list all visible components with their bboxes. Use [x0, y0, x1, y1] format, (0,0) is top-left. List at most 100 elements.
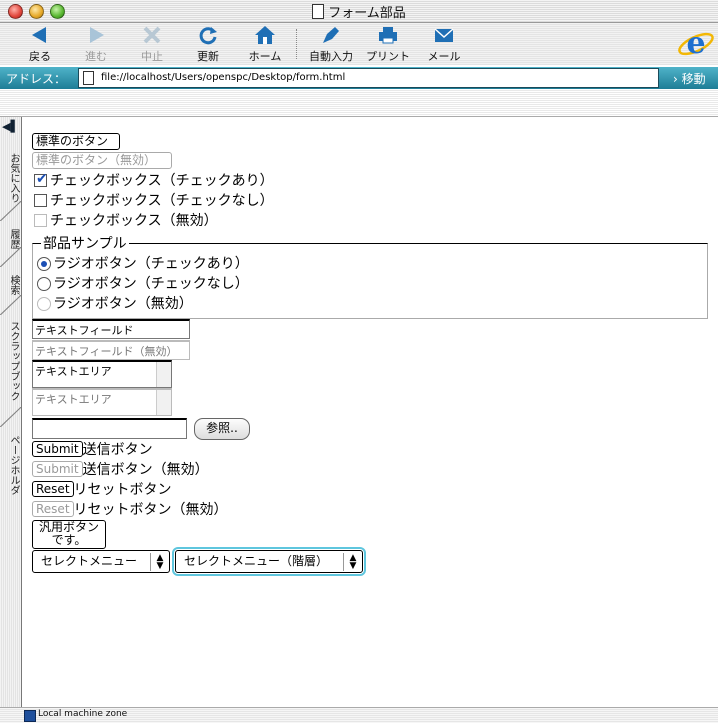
checkbox-unchecked-label: チェックボックス（チェックなし）	[50, 193, 274, 209]
checkmark-icon: ✔	[36, 171, 48, 187]
submit-row: Submit 送信ボタン	[32, 441, 153, 459]
browse-button[interactable]: 参照..	[194, 418, 250, 440]
select-updown-icon: ▲ ▼	[343, 553, 362, 571]
page-content: 標準のボタン 標準のボタン（無効） ✔ チェックボックス（チェックあり） チェッ…	[22, 117, 718, 707]
radio-checked[interactable]	[37, 257, 51, 271]
select-menu-hierarchical[interactable]: セレクトメニュー（階層） ▲ ▼	[172, 547, 366, 576]
stop-label: 中止	[141, 50, 163, 63]
status-bar: Local machine zone	[0, 707, 718, 723]
refresh-label: 更新	[197, 50, 219, 63]
sidebar-tab-scrapbook[interactable]: スクラップブック	[0, 317, 21, 405]
checkbox-unchecked[interactable]	[34, 194, 47, 207]
go-label: 移動	[681, 72, 706, 86]
select-menu-hierarchical-value: セレクトメニュー（階層）	[184, 554, 329, 568]
refresh-button[interactable]: 更新	[180, 24, 236, 64]
standard-button[interactable]: 標準のボタン	[32, 133, 120, 150]
reset-row: Reset リセットボタン	[32, 481, 172, 499]
submit-button[interactable]: Submit	[32, 441, 83, 457]
favorites-bar	[0, 89, 718, 117]
text-area-disabled-value: テキストエリア	[35, 393, 112, 406]
text-area-disabled-scrollbar	[156, 390, 171, 415]
security-zone-icon	[24, 710, 36, 722]
stop-button[interactable]: 中止	[124, 24, 180, 64]
address-input[interactable]: file://localhost/Users/openspc/Desktop/f…	[78, 68, 659, 88]
sidebar-tab-divider	[0, 407, 21, 427]
home-button[interactable]: ホーム	[237, 24, 293, 64]
sidebar-tab-divider	[0, 247, 21, 267]
autofill-button[interactable]: 自動入力	[303, 24, 359, 64]
text-field-disabled: テキストフィールド（無効）	[32, 340, 190, 360]
address-bar: アドレス： file://localhost/Users/openspc/Des…	[0, 67, 718, 89]
submit-disabled-row: Submit 送信ボタン（無効）	[32, 461, 209, 479]
print-button[interactable]: プリント	[360, 24, 416, 64]
reset-button-disabled: Reset	[32, 501, 74, 517]
document-icon	[312, 4, 325, 19]
generic-button-line1: 汎用ボタン	[38, 520, 99, 534]
reset-button[interactable]: Reset	[32, 481, 74, 497]
radio-disabled-label: ラジオボタン（無効）	[53, 296, 193, 312]
standard-button-disabled: 標準のボタン（無効）	[32, 152, 172, 169]
text-field[interactable]: テキストフィールド	[32, 319, 190, 339]
sidebar-tab-page-holder[interactable]: ページホルダ	[0, 429, 21, 501]
title-bar: フォーム部品	[0, 0, 718, 23]
back-label: 戻る	[29, 50, 51, 63]
reset-caption: リセットボタン	[73, 482, 172, 498]
radio-checked-label: ラジオボタン（チェックあり）	[53, 256, 249, 272]
select-menu-value: セレクトメニュー	[41, 554, 138, 568]
parts-sample-fieldset: 部品サンプル ラジオボタン（チェックあり） ラジオボタン（チェックなし） ラジオ…	[32, 233, 708, 319]
text-area-value: テキストエリア	[35, 365, 112, 378]
autofill-pen-icon	[323, 27, 339, 43]
checkbox-disabled-label: チェックボックス（無効）	[50, 213, 218, 229]
reset-disabled-row: Reset リセットボタン（無効）	[32, 501, 228, 519]
refresh-icon	[199, 27, 217, 45]
submit-caption: 送信ボタン	[82, 442, 153, 458]
mail-envelope-icon	[434, 28, 454, 42]
checkbox-unchecked-row[interactable]: チェックボックス（チェックなし）	[34, 192, 274, 210]
address-label: アドレス：	[6, 72, 67, 86]
radio-checked-row[interactable]: ラジオボタン（チェックあり）	[37, 255, 249, 273]
checkbox-disabled-row: チェックボックス（無効）	[34, 212, 218, 230]
sidebar-tab-favorites[interactable]: お気に入り	[0, 147, 21, 209]
printer-icon	[379, 27, 397, 44]
text-area-scrollbar[interactable]	[156, 362, 171, 387]
home-label: ホーム	[248, 50, 282, 63]
toolbar: 戻る 進む 中止 更新 ホーム 自動入力 プリント メール	[0, 23, 718, 65]
toolbar-separator	[296, 29, 297, 59]
home-icon	[255, 26, 275, 44]
text-area-disabled: テキストエリア	[32, 388, 172, 416]
generic-button-line2: です。	[51, 533, 87, 547]
sidebar-toggle-icon[interactable]: ◀▌	[2, 120, 19, 133]
radio-disabled-row: ラジオボタン（無効）	[37, 295, 193, 313]
checkbox-checked-row[interactable]: ✔ チェックボックス（チェックあり）	[34, 171, 274, 190]
svg-text:e: e	[686, 26, 705, 61]
checkbox-checked-label: チェックボックス（チェックあり）	[50, 173, 274, 189]
forward-button[interactable]: 進む	[68, 24, 124, 64]
zone-text: Local machine zone	[38, 709, 128, 719]
back-arrow-icon	[32, 27, 46, 43]
explorer-sidebar: ◀▌ お気に入り 履歴 検索 スクラップブック ページホルダ	[0, 117, 22, 707]
autofill-label: 自動入力	[309, 50, 353, 63]
radio-unchecked[interactable]	[37, 277, 51, 291]
generic-button[interactable]: 汎用ボタン です。	[32, 520, 106, 549]
checkbox-disabled	[34, 214, 47, 227]
mail-button[interactable]: メール	[416, 24, 472, 64]
window-title: フォーム部品	[328, 6, 406, 21]
select-menu[interactable]: セレクトメニュー ▲ ▼	[32, 550, 170, 573]
go-button[interactable]: › 移動	[673, 70, 706, 87]
text-area[interactable]: テキストエリア	[32, 360, 172, 388]
radio-unchecked-row[interactable]: ラジオボタン（チェックなし）	[37, 275, 249, 293]
radio-disabled	[37, 297, 51, 311]
mail-label: メール	[427, 50, 461, 63]
forward-label: 進む	[85, 50, 107, 63]
stop-x-icon	[143, 26, 161, 44]
back-button[interactable]: 戻る	[12, 24, 68, 64]
reset-disabled-caption: リセットボタン（無効）	[73, 502, 228, 518]
checkbox-checked[interactable]: ✔	[34, 171, 48, 187]
submit-button-disabled: Submit	[32, 461, 83, 477]
fieldset-legend: 部品サンプル	[41, 233, 129, 253]
page-document-icon	[83, 71, 94, 85]
file-path-input[interactable]	[32, 418, 187, 439]
ie-logo-icon: e	[678, 26, 714, 61]
submit-disabled-caption: 送信ボタン（無効）	[82, 462, 209, 478]
radio-dot-icon	[41, 261, 47, 267]
